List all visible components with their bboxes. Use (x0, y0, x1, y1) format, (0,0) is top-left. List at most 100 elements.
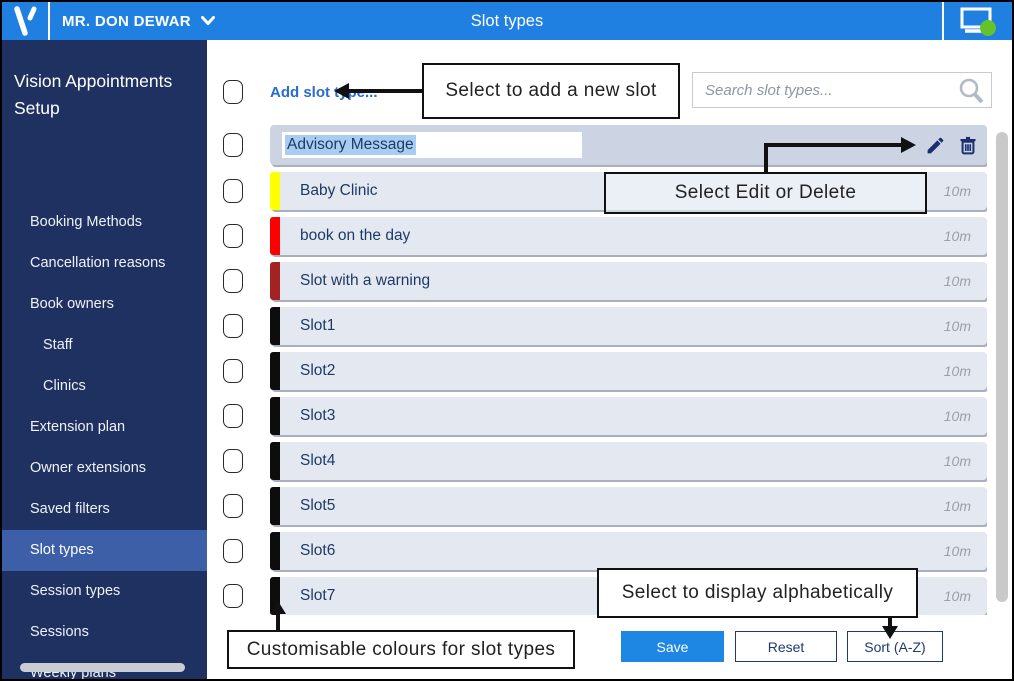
sidebar-item-slot-types[interactable]: Slot types (2, 530, 207, 571)
slot-duration: 10m (943, 588, 971, 604)
list-row: Slot1 10m (223, 307, 987, 345)
sidebar-item-owner-extensions[interactable]: Owner extensions (2, 448, 207, 489)
selected-text: Advisory Message (285, 135, 416, 155)
delete-button[interactable] (958, 135, 979, 156)
top-bar: MR. DON DEWAR Slot types (2, 2, 1012, 40)
monitor-icon (960, 7, 996, 36)
slot-color-bar[interactable] (270, 262, 280, 300)
list-vertical-scrollbar[interactable] (996, 132, 1008, 602)
magnifier-icon[interactable] (957, 77, 985, 110)
arrow-line (764, 143, 902, 147)
annotation-edit-delete: Select Edit or Delete (604, 172, 927, 214)
slot-duration: 10m (943, 183, 971, 199)
sidebar-item-extension-plan[interactable]: Extension plan (2, 407, 207, 448)
row-checkbox[interactable] (223, 359, 243, 383)
sidebar-item-sessions[interactable]: Sessions (2, 612, 207, 653)
row-checkbox[interactable] (223, 133, 243, 157)
slot-name: Slot7 (300, 587, 336, 604)
row-checkbox[interactable] (223, 494, 243, 518)
list-row: Slot with a warning 10m (223, 262, 987, 300)
slot-color-bar[interactable] (270, 532, 280, 570)
online-dot (980, 20, 996, 36)
slot-name: Slot6 (300, 542, 336, 559)
list-row: Slot2 10m (223, 352, 987, 390)
slot-color-bar[interactable] (270, 397, 280, 435)
slot-duration: 10m (943, 453, 971, 469)
select-all-checkbox[interactable] (223, 80, 243, 104)
list-row: Slot4 10m (223, 442, 987, 480)
row-checkbox[interactable] (223, 404, 243, 428)
slot-name: Slot5 (300, 497, 336, 514)
row-checkbox[interactable] (223, 224, 243, 248)
slot-row-card[interactable]: Slot5 10m (270, 487, 987, 525)
list-row: book on the day 10m (223, 217, 987, 255)
slot-name: Slot with a warning (300, 272, 431, 289)
row-actions (925, 125, 979, 165)
sidebar-item-clinics[interactable]: Clinics (2, 366, 207, 407)
slot-color-bar[interactable] (270, 307, 280, 345)
slot-duration: 10m (943, 543, 971, 559)
slot-name: Slot2 (300, 362, 336, 379)
row-checkbox[interactable] (223, 584, 243, 608)
annotation-add-slot: Select to add a new slot (422, 63, 680, 119)
sidebar-item-book-owners[interactable]: Book owners (2, 284, 207, 325)
row-checkbox[interactable] (223, 179, 243, 203)
list-row: Slot5 10m (223, 487, 987, 525)
slot-color-bar[interactable] (270, 217, 280, 255)
sidebar: Vision Appointments Setup Booking Method… (2, 40, 207, 679)
page-title: Slot types (470, 12, 544, 30)
app-window: MR. DON DEWAR Slot types Vision Appointm… (0, 0, 1014, 681)
slot-row-card[interactable]: Slot3 10m (270, 397, 987, 435)
slot-name: Slot4 (300, 452, 336, 469)
list-row: Slot6 10m (223, 532, 987, 570)
session-status-button[interactable] (958, 7, 998, 37)
slot-row-card[interactable]: Slot6 10m (270, 532, 987, 570)
search-input[interactable] (705, 73, 945, 107)
arrow-head-down (882, 626, 898, 639)
arrow-line (276, 613, 280, 630)
sidebar-item-booking-methods[interactable]: Booking Methods (2, 202, 207, 243)
sidebar-item-cancellation-reasons[interactable]: Cancellation reasons (2, 243, 207, 284)
reset-button[interactable]: Reset (735, 631, 837, 662)
row-checkbox[interactable] (223, 269, 243, 293)
save-button[interactable]: Save (621, 631, 724, 662)
edit-button[interactable] (925, 135, 946, 156)
slot-row-card[interactable]: Slot with a warning 10m (270, 262, 987, 300)
slot-duration: 10m (943, 228, 971, 244)
slot-name: Slot1 (300, 317, 336, 334)
annotation-sort: Select to display alphabetically (597, 568, 918, 618)
slot-duration: 10m (943, 273, 971, 289)
arrow-line (764, 143, 768, 173)
slot-color-bar[interactable] (270, 172, 280, 210)
slot-duration: 10m (943, 363, 971, 379)
row-checkbox[interactable] (223, 314, 243, 338)
sidebar-horizontal-scrollbar[interactable] (20, 663, 185, 672)
row-checkbox[interactable] (223, 449, 243, 473)
arrow-head-left (334, 83, 349, 99)
arrow-head-up (270, 601, 286, 614)
slot-color-bar[interactable] (270, 487, 280, 525)
sidebar-item-staff[interactable]: Staff (2, 325, 207, 366)
pencil-icon (927, 137, 944, 153)
slot-duration: 10m (943, 498, 971, 514)
slot-color-bar[interactable] (270, 442, 280, 480)
arrow-line (348, 89, 422, 93)
sidebar-item-saved-filters[interactable]: Saved filters (2, 489, 207, 530)
sidebar-item-session-types[interactable]: Session types (2, 571, 207, 612)
slot-row-card[interactable]: Slot2 10m (270, 352, 987, 390)
slot-color-bar[interactable] (270, 352, 280, 390)
slot-name-input[interactable]: Advisory Message (282, 132, 582, 158)
list-row: Slot3 10m (223, 397, 987, 435)
search-box (692, 72, 992, 108)
slot-duration: 10m (943, 408, 971, 424)
slot-duration: 10m (943, 318, 971, 334)
row-checkbox[interactable] (223, 539, 243, 563)
slot-name: Baby Clinic (300, 182, 378, 199)
header-divider-right (942, 2, 944, 40)
slot-row-card[interactable]: Slot1 10m (270, 307, 987, 345)
annotation-colours: Customisable colours for slot types (227, 630, 575, 669)
slot-row-card[interactable]: Slot4 10m (270, 442, 987, 480)
trash-icon (960, 136, 976, 154)
slot-row-card[interactable]: book on the day 10m (270, 217, 987, 255)
arrow-head-right (901, 137, 916, 153)
